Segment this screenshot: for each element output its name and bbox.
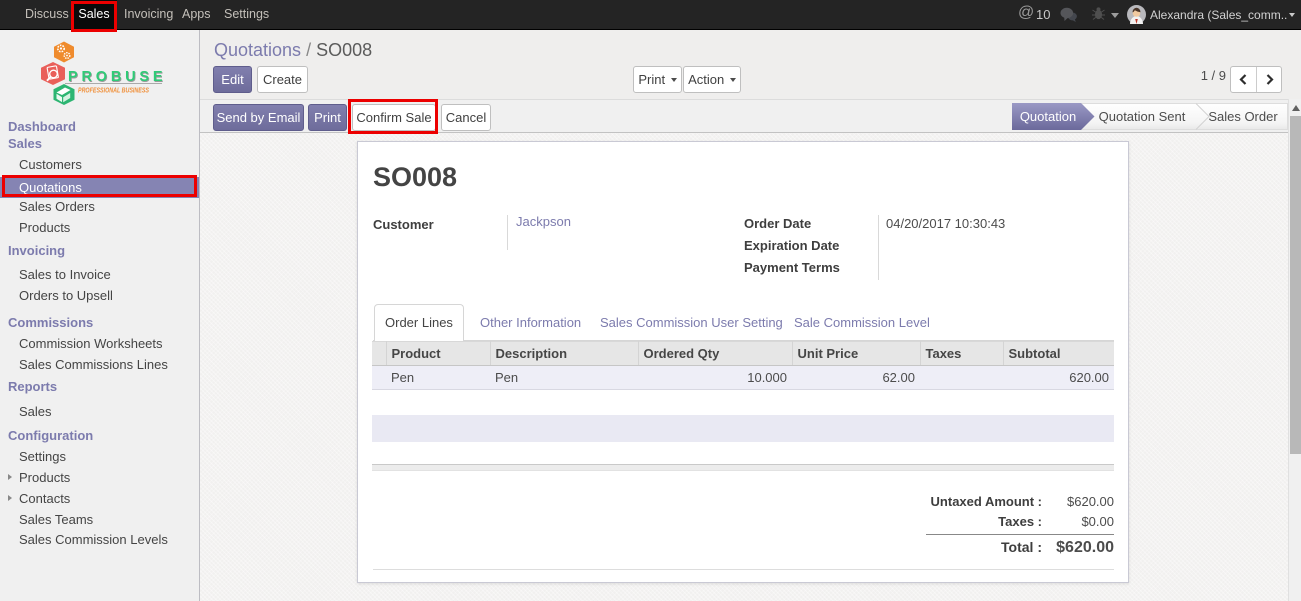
svg-text:Quotation Sent: Quotation Sent: [1099, 109, 1186, 124]
svg-text:PROFESSIONAL BUSINESS: PROFESSIONAL BUSINESS: [78, 86, 149, 95]
svg-text:PROBUSE: PROBUSE: [68, 69, 166, 85]
svg-text:Sales Order: Sales Order: [1208, 109, 1278, 124]
svg-text:Quotation: Quotation: [1020, 109, 1076, 124]
